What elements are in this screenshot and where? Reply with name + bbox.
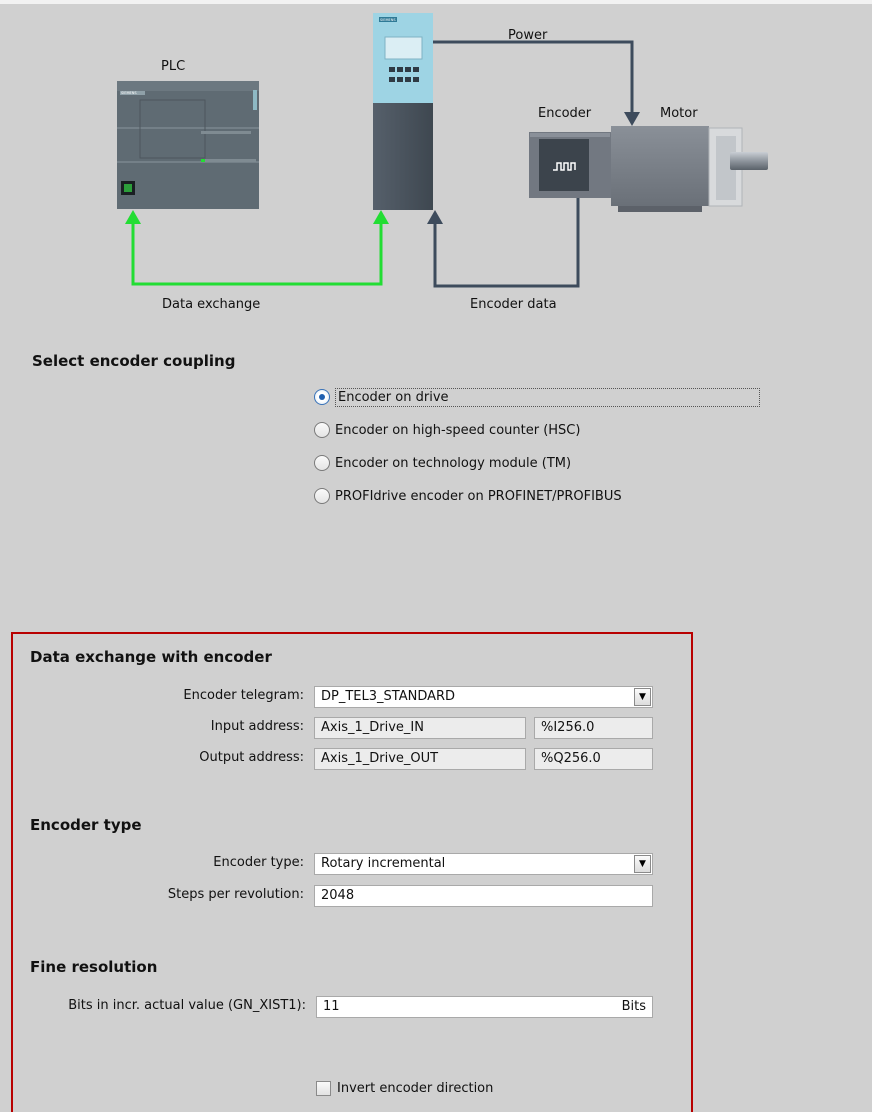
pulse-icon — [553, 162, 576, 171]
bits-unit-label: Bits — [621, 999, 646, 1014]
encoder-type-select[interactable]: Rotary incremental ▼ — [314, 853, 653, 875]
radio-option-encoder-on-tm[interactable]: Encoder on technology module (TM) — [314, 452, 760, 474]
encoder-telegram-select[interactable]: DP_TEL3_STANDARD ▼ — [314, 686, 653, 708]
radio-label-encoder-on-tm: Encoder on technology module (TM) — [335, 455, 572, 471]
fine-resolution-section-title: Fine resolution — [30, 958, 158, 976]
data-exchange-section-title: Data exchange with encoder — [30, 648, 272, 666]
plc-device: SIEMENS — [117, 81, 259, 209]
bits-incr-actual-value-label: Bits in incr. actual value (GN_XIST1): — [68, 998, 306, 1013]
invert-encoder-direction-label: Invert encoder direction — [337, 1081, 494, 1096]
radio-button[interactable] — [314, 422, 330, 438]
encoder-type-label: Encoder type: — [213, 855, 304, 870]
input-address-name-field: Axis_1_Drive_IN — [314, 717, 526, 739]
drive-device: SIEMENS — [373, 13, 433, 210]
encoder-type-section-title: Encoder type — [30, 816, 142, 834]
motor-label: Motor — [660, 106, 698, 121]
encoder-telegram-value: DP_TEL3_STANDARD — [321, 689, 456, 704]
steps-per-revolution-input[interactable]: 2048 — [314, 885, 653, 907]
data-exchange-line — [125, 210, 389, 286]
output-address-field: %Q256.0 — [534, 748, 653, 770]
plc-label: PLC — [161, 59, 186, 74]
radio-button[interactable] — [314, 455, 330, 471]
radio-option-encoder-on-hsc[interactable]: Encoder on high-speed counter (HSC) — [314, 419, 760, 441]
encoder-type-value: Rotary incremental — [321, 856, 446, 871]
power-label: Power — [508, 28, 548, 43]
encoder-telegram-label: Encoder telegram: — [183, 688, 304, 703]
power-line — [433, 40, 640, 126]
radio-button-checked[interactable] — [314, 389, 330, 405]
encoder-data-line — [427, 198, 580, 288]
coupling-radio-group: Encoder on drive Encoder on high-speed c… — [314, 386, 760, 507]
chevron-down-icon[interactable]: ▼ — [634, 855, 651, 873]
svg-text:SIEMENS: SIEMENS — [380, 18, 396, 22]
radio-label-encoder-on-drive: Encoder on drive — [335, 387, 760, 407]
steps-per-revolution-label: Steps per revolution: — [167, 887, 304, 902]
radio-label-profidrive-encoder: PROFIdrive encoder on PROFINET/PROFIBUS — [335, 488, 622, 504]
radio-option-encoder-on-drive[interactable]: Encoder on drive — [314, 386, 760, 408]
encoder-data-label: Encoder data — [470, 297, 557, 312]
chevron-down-icon[interactable]: ▼ — [634, 688, 651, 706]
output-address-label: Output address: — [199, 750, 304, 765]
radio-label-encoder-on-hsc: Encoder on high-speed counter (HSC) — [335, 422, 581, 438]
data-exchange-label: Data exchange — [162, 297, 261, 312]
radio-button[interactable] — [314, 488, 330, 504]
input-address-label: Input address: — [210, 719, 304, 734]
coupling-section-title: Select encoder coupling — [32, 352, 236, 370]
bits-value: 11 — [323, 999, 340, 1014]
bits-incr-actual-value-input[interactable]: 11 Bits — [316, 996, 653, 1018]
invert-encoder-direction-option[interactable]: Invert encoder direction — [316, 1081, 493, 1096]
svg-text:SIEMENS: SIEMENS — [121, 91, 137, 95]
invert-encoder-direction-checkbox[interactable] — [316, 1081, 331, 1096]
input-address-field: %I256.0 — [534, 717, 653, 739]
motor-assembly — [529, 126, 768, 212]
output-address-name-field: Axis_1_Drive_OUT — [314, 748, 526, 770]
encoder-coupling-diagram: SIEMENS SIEMENS — [117, 13, 768, 288]
radio-option-profidrive-encoder[interactable]: PROFIdrive encoder on PROFINET/PROFIBUS — [314, 485, 760, 507]
encoder-label: Encoder — [538, 106, 592, 121]
